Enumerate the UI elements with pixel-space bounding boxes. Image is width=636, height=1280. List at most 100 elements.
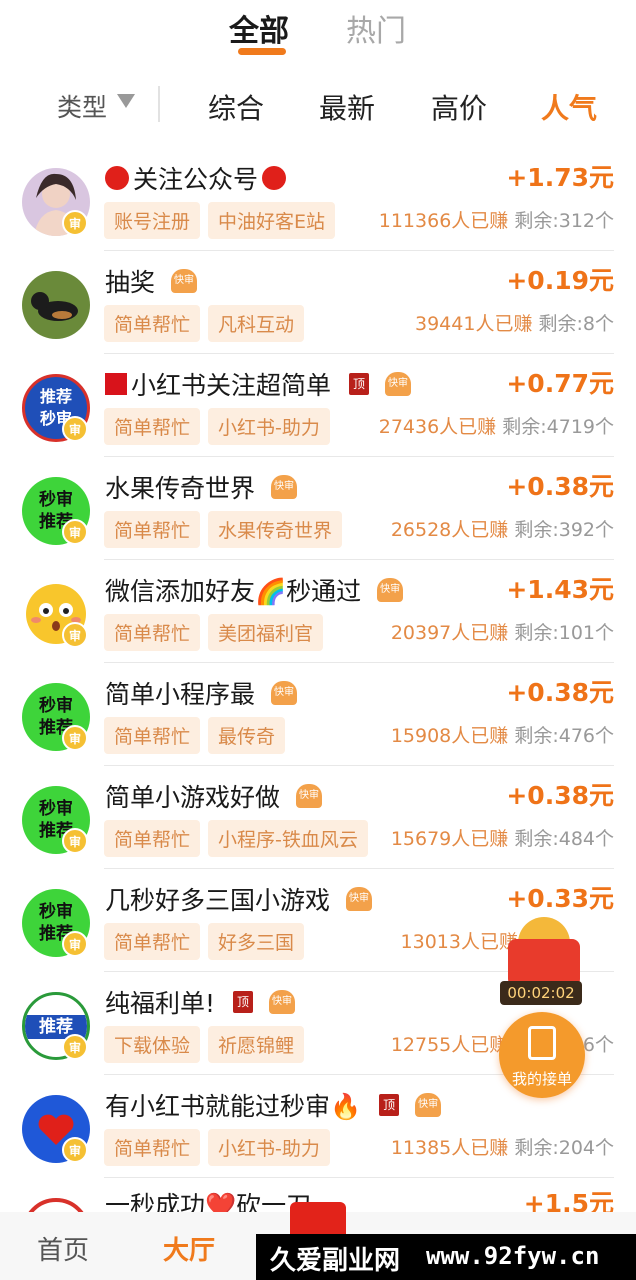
avatar — [22, 271, 90, 339]
task-tags: 简单帮忙 小程序-铁血风云 — [104, 820, 368, 857]
earned-count: 12755人已赚 — [390, 1034, 509, 1056]
task-tag: 小程序-铁血风云 — [208, 820, 368, 857]
task-tag: 简单帮忙 — [104, 511, 201, 548]
red-dot-icon — [262, 166, 287, 190]
verified-badge-icon: 审 — [62, 416, 88, 442]
top-tab-bar: 全部 热门 — [0, 0, 636, 62]
earned-count: 15908人已赚 — [390, 725, 509, 747]
task-reward: +1.73元 — [506, 163, 614, 192]
task-tag: 美团福利官 — [208, 614, 324, 651]
task-row[interactable]: 秒审 推荐 审 简单小程序最 快审 +0.38元 简单帮忙 最传奇 15908人… — [0, 663, 636, 766]
avatar-second-label: 秒审 — [39, 799, 73, 819]
earned-count: 20397人已赚 — [390, 622, 509, 644]
nav-home[interactable]: 首页 — [37, 1230, 89, 1267]
remaining-count: 剩余:484个 — [514, 828, 614, 850]
task-tags: 简单帮忙 小红书-助力 — [104, 408, 330, 445]
verified-badge-icon: 审 — [62, 931, 88, 957]
task-title: 几秒好多三国小游戏 快审 — [105, 881, 373, 917]
task-tags: 下载体验 祈愿锦鲤 — [104, 1026, 305, 1063]
task-tag: 简单帮忙 — [104, 923, 201, 960]
task-tag: 简单帮忙 — [104, 1129, 201, 1166]
task-title: 简单小游戏好做 快审 — [105, 778, 323, 814]
my-orders-button[interactable]: 我的接单 — [499, 1012, 585, 1098]
task-tag: 水果传奇世界 — [208, 511, 343, 548]
filter-bar: 类型 综合 最新 高价 人气 — [0, 78, 636, 130]
task-title: 简单小程序最 快审 — [105, 675, 298, 711]
task-tags: 简单帮忙 好多三国 — [104, 923, 305, 960]
watermark-site-name: 久爱副业网 — [270, 1246, 401, 1276]
triangle-down-icon[interactable] — [117, 94, 135, 108]
task-tag: 简单帮忙 — [104, 717, 201, 754]
pinned-top-icon: 顶 — [379, 1094, 400, 1116]
task-stats: 15908人已赚 剩余:476个 — [391, 721, 614, 748]
task-list: 审 关注公众号 +1.73元 账号注册 中油好客E站 111366人已赚 剩余:… — [0, 148, 636, 1280]
task-reward: +0.19元 — [506, 266, 614, 295]
avatar-recommend-label: 推荐 — [39, 387, 72, 406]
remaining-count: 剩余:476个 — [514, 725, 614, 747]
fast-review-icon: 快审 — [269, 990, 296, 1014]
task-row[interactable]: 审 关注公众号 +1.73元 账号注册 中油好客E站 111366人已赚 剩余:… — [0, 148, 636, 251]
fast-review-icon: 快审 — [171, 269, 198, 293]
fast-review-icon: 快审 — [271, 475, 298, 499]
dog-photo-icon — [22, 271, 90, 339]
task-tag: 账号注册 — [104, 202, 201, 239]
task-tag: 好多三国 — [208, 923, 305, 960]
earned-count: 26528人已赚 — [390, 519, 509, 541]
task-title-text: 简单小游戏好做 — [105, 783, 281, 812]
fast-review-icon: 快审 — [271, 681, 298, 705]
fast-review-icon: 快审 — [385, 372, 412, 396]
floating-redpack[interactable]: 00:02:02 — [500, 913, 590, 1005]
task-title-text: 抽奖 — [105, 268, 156, 297]
task-reward: +0.33元 — [506, 884, 614, 913]
task-row[interactable]: 秒审 推荐 审 水果传奇世界 快审 +0.38元 简单帮忙 水果传奇世界 265… — [0, 457, 636, 560]
task-tag: 简单帮忙 — [104, 820, 201, 857]
remaining-count: 剩余:4719个 — [502, 416, 614, 438]
task-title-text: 简单小程序最 — [105, 680, 256, 709]
task-row[interactable]: 秒审 推荐 审 简单小游戏好做 快审 +0.38元 简单帮忙 小程序-铁血风云 … — [0, 766, 636, 869]
type-filter-dropdown[interactable]: 类型 — [57, 88, 107, 124]
sort-popularity[interactable]: 人气 — [541, 87, 597, 127]
earned-count: 39441人已赚 — [415, 313, 533, 335]
task-stats: 27436人已赚 剩余:4719个 — [379, 412, 614, 439]
task-reward: +0.38元 — [506, 678, 614, 707]
task-tag: 简单帮忙 — [104, 614, 201, 651]
task-title-text: 关注公众号 — [133, 165, 259, 194]
tab-hot[interactable]: 热门 — [346, 6, 406, 50]
sort-newest[interactable]: 最新 — [319, 87, 375, 127]
task-tag: 简单帮忙 — [104, 408, 201, 445]
task-tag: 中油好客E站 — [208, 202, 336, 239]
avatar-second-label: 秒审 — [39, 696, 73, 716]
task-stats: 11385人已赚 剩余:204个 — [391, 1133, 614, 1160]
avatar-second-label: 秒审 — [39, 490, 73, 510]
sort-highest-price[interactable]: 高价 — [431, 87, 487, 127]
pinned-top-icon: 顶 — [349, 373, 370, 395]
earned-count: 15679人已赚 — [390, 828, 509, 850]
red-square-icon — [105, 373, 127, 395]
task-stats: 111366人已赚 剩余:312个 — [379, 206, 614, 233]
red-dot-icon — [105, 166, 129, 190]
task-stats: 20397人已赚 剩余:101个 — [391, 618, 614, 645]
task-row[interactable]: 抽奖 快审 +0.19元 简单帮忙 凡科互动 39441人已赚 剩余:8个 — [0, 251, 636, 354]
tab-active-indicator — [238, 48, 286, 55]
tab-all[interactable]: 全部 — [229, 6, 289, 50]
task-row[interactable]: 推荐 秒审 审 小红书关注超简单 顶 快审 +0.77元 简单帮忙 小红书-助力… — [0, 354, 636, 457]
task-title-text: 几秒好多三国小游戏 — [105, 886, 331, 915]
task-tags: 简单帮忙 美团福利官 — [104, 614, 324, 651]
filter-divider — [158, 86, 160, 122]
fast-review-icon: 快审 — [296, 784, 323, 808]
task-tags: 简单帮忙 水果传奇世界 — [104, 511, 343, 548]
fast-review-icon: 快审 — [377, 578, 404, 602]
task-row[interactable]: 审 微信添加好友🌈秒通过 快审 +1.43元 简单帮忙 美团福利官 20397人… — [0, 560, 636, 663]
task-title: 纯福利单! 顶 快审 — [105, 984, 296, 1020]
pinned-top-icon: 顶 — [233, 991, 254, 1013]
sort-comprehensive[interactable]: 综合 — [208, 87, 264, 127]
nav-hall[interactable]: 大厅 — [163, 1230, 215, 1267]
red-packet-icon — [508, 939, 580, 987]
task-reward: +1.43元 — [506, 575, 614, 604]
task-tag: 简单帮忙 — [104, 305, 201, 342]
remaining-count: 剩余:204个 — [514, 1137, 614, 1159]
app-page: 全部 热门 类型 综合 最新 高价 人气 审 关注公众号 +1.73元 账号注册… — [0, 0, 636, 1280]
task-title: 水果传奇世界 快审 — [105, 469, 298, 505]
task-tag: 小红书-助力 — [208, 1129, 330, 1166]
task-title-text: 有小红书就能过秒审🔥 — [105, 1092, 362, 1121]
